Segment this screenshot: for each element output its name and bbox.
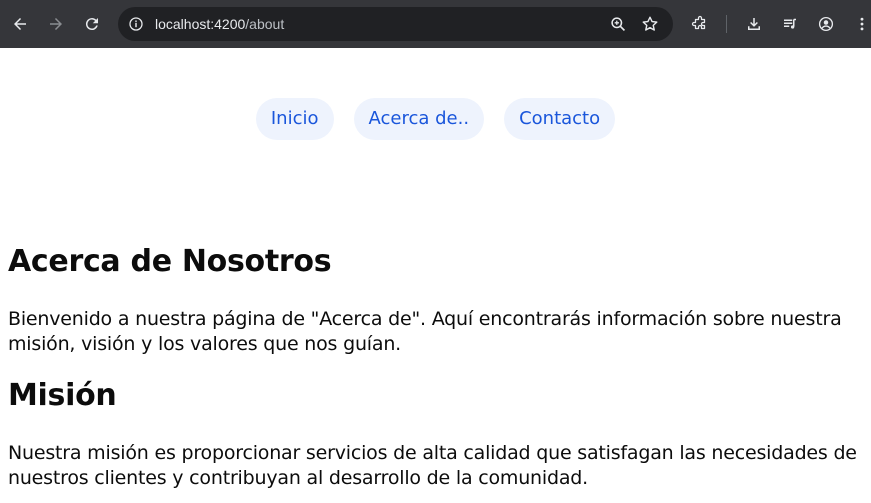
download-icon[interactable] <box>740 10 768 38</box>
site-info-icon[interactable] <box>126 14 146 34</box>
profile-icon[interactable] <box>812 10 840 38</box>
url-path: /about <box>245 16 285 32</box>
browser-toolbar: localhost:4200/about <box>0 0 871 48</box>
menu-icon[interactable] <box>848 10 871 38</box>
page-title: Acerca de Nosotros <box>8 244 332 279</box>
forward-icon[interactable] <box>42 10 70 38</box>
back-icon[interactable] <box>6 10 34 38</box>
url-text[interactable]: localhost:4200/about <box>155 7 284 41</box>
nav-link-contacto[interactable]: Contacto <box>504 98 616 140</box>
toolbar-divider <box>726 15 727 33</box>
mission-heading: Misión <box>8 378 117 413</box>
bookmark-star-icon[interactable] <box>640 14 660 34</box>
zoom-icon[interactable] <box>608 14 628 34</box>
main-nav: Inicio Acerca de.. Contacto <box>0 98 871 140</box>
extensions-icon[interactable] <box>686 10 714 38</box>
address-bar[interactable]: localhost:4200/about <box>118 7 673 41</box>
reload-icon[interactable] <box>78 10 106 38</box>
url-host: localhost:4200 <box>155 16 246 32</box>
nav-link-inicio[interactable]: Inicio <box>255 98 334 140</box>
media-control-icon[interactable] <box>776 10 804 38</box>
nav-link-acerca[interactable]: Acerca de.. <box>353 98 485 140</box>
intro-paragraph: Bienvenido a nuestra página de "Acerca d… <box>8 308 842 355</box>
mission-paragraph: Nuestra misión es proporcionar servicios… <box>8 442 857 489</box>
